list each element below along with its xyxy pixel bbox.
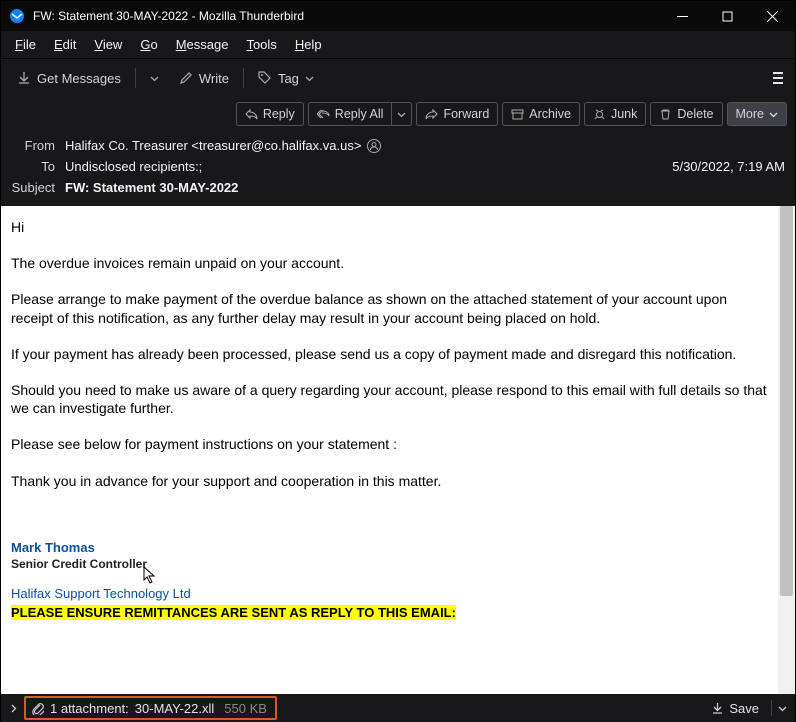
forward-icon bbox=[425, 108, 438, 121]
get-messages-label: Get Messages bbox=[37, 71, 121, 86]
trash-icon bbox=[659, 108, 672, 121]
reply-all-button[interactable]: Reply All bbox=[308, 102, 393, 126]
menubar: File Edit View Go Message Tools Help bbox=[1, 31, 795, 59]
close-button[interactable] bbox=[750, 1, 795, 31]
chevron-down-icon bbox=[305, 74, 314, 83]
body-p1: The overdue invoices remain unpaid on yo… bbox=[11, 254, 768, 272]
attachment-bar: 1 attachment: 30-MAY-22.xll 550 KB Save bbox=[1, 694, 795, 722]
maximize-button[interactable] bbox=[705, 1, 750, 31]
to-value[interactable]: Undisclosed recipients:; bbox=[65, 159, 202, 174]
attachment-item[interactable]: 1 attachment: 30-MAY-22.xll 550 KB bbox=[24, 696, 277, 720]
save-label: Save bbox=[729, 701, 759, 716]
to-label: To bbox=[11, 159, 55, 174]
attachment-filename: 30-MAY-22.xll bbox=[135, 701, 214, 716]
reply-all-icon bbox=[317, 108, 330, 121]
toolbar: Get Messages Write Tag bbox=[1, 59, 795, 97]
signature-title: Senior Credit Controller bbox=[11, 557, 768, 573]
get-messages-button[interactable]: Get Messages bbox=[9, 67, 129, 90]
message-body[interactable]: Hi The overdue invoices remain unpaid on… bbox=[1, 206, 778, 694]
signature-name: Mark Thomas bbox=[11, 540, 768, 557]
menu-tools[interactable]: Tools bbox=[238, 34, 284, 55]
body-p6: Thank you in advance for your support an… bbox=[11, 472, 768, 490]
forward-button[interactable]: Forward bbox=[416, 102, 498, 126]
reply-button[interactable]: Reply bbox=[236, 102, 304, 126]
separator bbox=[243, 68, 244, 88]
subject-value: FW: Statement 30-MAY-2022 bbox=[65, 180, 238, 195]
junk-label: Junk bbox=[611, 107, 637, 121]
tag-icon bbox=[258, 71, 272, 85]
write-button[interactable]: Write bbox=[171, 67, 237, 90]
scrollbar-thumb[interactable] bbox=[780, 206, 793, 596]
body-p5: Please see below for payment instruction… bbox=[11, 435, 768, 453]
save-attachment-button[interactable]: Save bbox=[705, 701, 765, 716]
tag-button[interactable]: Tag bbox=[250, 67, 322, 90]
menu-go[interactable]: Go bbox=[132, 34, 165, 55]
separator bbox=[135, 68, 136, 88]
body-p3: If your payment has already been process… bbox=[11, 345, 768, 363]
paperclip-icon bbox=[30, 701, 44, 715]
junk-icon bbox=[593, 108, 606, 121]
attachment-expand[interactable] bbox=[9, 701, 18, 716]
scrollbar[interactable] bbox=[778, 206, 795, 694]
menu-help[interactable]: Help bbox=[287, 34, 330, 55]
window-title: FW: Statement 30-MAY-2022 - Mozilla Thun… bbox=[33, 9, 660, 23]
signature-company: Halifax Support Technology Ltd bbox=[11, 586, 768, 603]
pencil-icon bbox=[179, 71, 193, 85]
get-messages-dropdown[interactable] bbox=[142, 70, 167, 87]
reply-all-dropdown[interactable] bbox=[392, 102, 412, 126]
delete-button[interactable]: Delete bbox=[650, 102, 722, 126]
download-icon bbox=[711, 702, 724, 715]
archive-icon bbox=[511, 108, 524, 121]
attachment-size: 550 KB bbox=[224, 701, 267, 716]
signature-notice: PLEASE ENSURE REMITTANCES ARE SENT AS RE… bbox=[11, 605, 456, 620]
reply-icon bbox=[245, 108, 258, 121]
more-label: More bbox=[736, 107, 764, 121]
subject-label: Subject bbox=[11, 180, 55, 195]
thunderbird-icon bbox=[9, 8, 25, 24]
contact-icon[interactable] bbox=[367, 139, 381, 153]
menu-file[interactable]: File bbox=[7, 34, 44, 55]
download-icon bbox=[17, 71, 31, 85]
reply-all-label: Reply All bbox=[335, 107, 384, 121]
body-p2: Please arrange to make payment of the ov… bbox=[11, 290, 768, 326]
tag-label: Tag bbox=[278, 71, 299, 86]
menu-message[interactable]: Message bbox=[168, 34, 237, 55]
body-greeting: Hi bbox=[11, 218, 768, 236]
delete-label: Delete bbox=[677, 107, 713, 121]
write-label: Write bbox=[199, 71, 229, 86]
actionbar: Reply Reply All Forward Archive Junk Del… bbox=[1, 97, 795, 131]
menu-view[interactable]: View bbox=[86, 34, 130, 55]
junk-button[interactable]: Junk bbox=[584, 102, 646, 126]
attachment-count: 1 attachment: bbox=[50, 701, 129, 716]
body-p4: Should you need to make us aware of a qu… bbox=[11, 381, 768, 417]
minimize-button[interactable] bbox=[660, 1, 705, 31]
chevron-down-icon bbox=[769, 110, 778, 119]
message-headers: From Halifax Co. Treasurer <treasurer@co… bbox=[1, 131, 795, 206]
from-value[interactable]: Halifax Co. Treasurer <treasurer@co.hali… bbox=[65, 138, 361, 153]
archive-button[interactable]: Archive bbox=[502, 102, 580, 126]
archive-label: Archive bbox=[529, 107, 571, 121]
forward-label: Forward bbox=[443, 107, 489, 121]
from-label: From bbox=[11, 138, 55, 153]
message-date: 5/30/2022, 7:19 AM bbox=[672, 159, 785, 174]
message-body-pane: Hi The overdue invoices remain unpaid on… bbox=[1, 206, 795, 694]
reply-label: Reply bbox=[263, 107, 295, 121]
app-menu-button[interactable] bbox=[769, 66, 787, 90]
menu-edit[interactable]: Edit bbox=[46, 34, 84, 55]
save-dropdown[interactable] bbox=[778, 701, 787, 716]
more-button[interactable]: More bbox=[727, 102, 787, 126]
titlebar: FW: Statement 30-MAY-2022 - Mozilla Thun… bbox=[1, 1, 795, 31]
